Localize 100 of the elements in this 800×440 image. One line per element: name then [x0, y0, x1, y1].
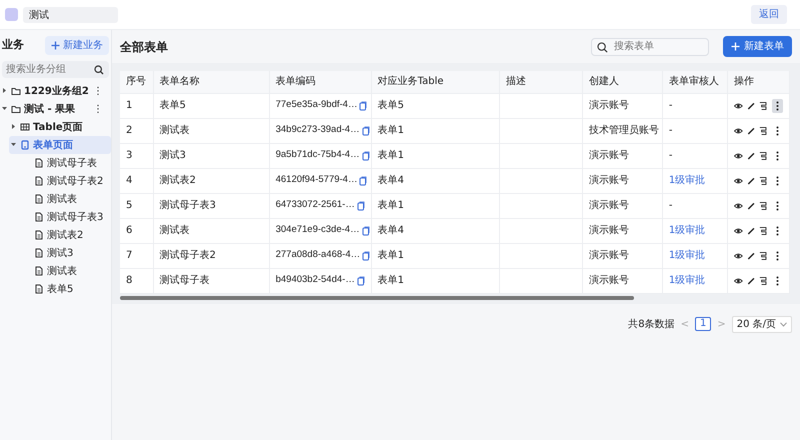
- table-cell: 表单1: [371, 243, 500, 268]
- table-cell-text: 277a08d8-a468-4…: [276, 248, 360, 262]
- tree-item[interactable]: Table页面: [9, 118, 111, 136]
- back-button[interactable]: 返回: [751, 5, 787, 24]
- reviewer-link[interactable]: 1级审批: [668, 250, 706, 261]
- search-field[interactable]: 搜索表单: [591, 38, 709, 56]
- document-icon: [34, 284, 44, 294]
- copy-icon[interactable]: [362, 126, 370, 136]
- table-cell: 2: [120, 118, 154, 143]
- table-cell: 测试母子表3: [153, 193, 270, 218]
- tree-item[interactable]: 测试表2: [32, 226, 111, 244]
- document-icon: [34, 248, 44, 258]
- more-menu-icon[interactable]: ⋮: [93, 84, 103, 98]
- tree-item[interactable]: 测试母子表: [32, 154, 111, 172]
- view-icon[interactable]: [734, 250, 743, 260]
- table-cell: 表单4: [371, 168, 500, 193]
- table-cell: 表单4: [371, 218, 500, 243]
- more-icon: [776, 200, 779, 210]
- tree-item[interactable]: 表单页面: [9, 136, 111, 154]
- edit-icon[interactable]: [746, 226, 756, 236]
- more-button[interactable]: [772, 98, 783, 112]
- more-icon: [776, 100, 779, 110]
- reviewer-link[interactable]: 1级审批: [668, 275, 706, 286]
- table-cell: 测试表2: [153, 168, 270, 193]
- tree-item[interactable]: 测试表: [32, 262, 111, 280]
- table-cell-text: 77e5e35a-9bdf-4…: [276, 98, 358, 112]
- total-count: 共8条数据: [628, 318, 675, 332]
- tree-item[interactable]: 测试母子表3: [32, 208, 111, 226]
- page-button[interactable]: 1: [694, 317, 712, 331]
- copy-icon[interactable]: [359, 100, 368, 110]
- flow-icon[interactable]: [759, 150, 768, 160]
- document-icon: [34, 176, 44, 186]
- reviewer-link[interactable]: 1级审批: [668, 225, 706, 236]
- table-cell: 8: [120, 268, 154, 293]
- document-icon: [34, 158, 44, 168]
- table-cell: 演示账号: [582, 93, 662, 118]
- tree-item[interactable]: 测试 - 果果 ⋮: [0, 100, 111, 118]
- view-icon[interactable]: [734, 276, 743, 286]
- copy-icon[interactable]: [362, 250, 370, 260]
- view-icon[interactable]: [734, 100, 743, 110]
- table-cell: 表单5: [371, 93, 500, 118]
- tree-item[interactable]: 1229业务组2 ⋮: [0, 82, 111, 100]
- new-business-button[interactable]: 新建业务: [45, 36, 109, 55]
- edit-icon[interactable]: [746, 176, 756, 186]
- more-icon: [776, 126, 779, 136]
- table-cell-text: 304e71e9-c3de-4…: [276, 223, 360, 238]
- tree-item[interactable]: 测试3: [32, 244, 111, 262]
- edit-icon[interactable]: [746, 100, 756, 110]
- copy-icon[interactable]: [359, 176, 368, 186]
- view-icon[interactable]: [734, 200, 743, 210]
- copy-icon[interactable]: [362, 226, 370, 236]
- table-cell: 表单1: [371, 268, 500, 293]
- flow-icon[interactable]: [759, 250, 768, 260]
- document-icon: [34, 266, 44, 276]
- tree-item[interactable]: 表单5: [32, 280, 111, 298]
- edit-icon[interactable]: [746, 276, 756, 286]
- copy-icon[interactable]: [356, 200, 365, 210]
- table-icon: [20, 122, 30, 132]
- table-cell: 演示账号: [582, 143, 662, 168]
- view-icon[interactable]: [734, 226, 743, 236]
- edit-icon[interactable]: [746, 126, 756, 136]
- table-cell-text: 46120f94-5779-4…: [276, 173, 358, 188]
- table-cell: 7: [120, 243, 154, 268]
- flow-icon[interactable]: [759, 276, 768, 286]
- flow-icon[interactable]: [759, 226, 768, 236]
- column-header: 表单编码: [269, 71, 372, 93]
- copy-icon[interactable]: [356, 276, 365, 286]
- flow-icon[interactable]: [759, 126, 768, 136]
- more-menu-icon[interactable]: ⋮: [93, 102, 103, 116]
- table-cell-text: b49403b2-54d4-…: [276, 273, 355, 288]
- flow-icon[interactable]: [759, 176, 768, 186]
- table-cell-text: 9a5b71dc-75b4-4…: [276, 148, 360, 162]
- plus-icon: [51, 41, 60, 50]
- flow-icon[interactable]: [759, 100, 768, 110]
- app-name-field[interactable]: 测试: [23, 6, 118, 22]
- edit-icon[interactable]: [746, 150, 756, 160]
- more-icon: [776, 250, 779, 260]
- table-cell: 测试母子表2: [153, 243, 270, 268]
- flow-icon[interactable]: [759, 200, 768, 210]
- new-form-button[interactable]: 新建表单: [723, 36, 792, 57]
- page-size-select[interactable]: 20 条/页: [732, 316, 792, 332]
- table-cell: 5: [120, 193, 154, 218]
- tree-item[interactable]: 测试母子表2: [32, 172, 111, 190]
- table-cell: 演示账号: [582, 243, 662, 268]
- copy-icon[interactable]: [362, 150, 370, 160]
- view-icon[interactable]: [734, 150, 743, 160]
- search-field[interactable]: 搜索业务分组: [2, 61, 109, 78]
- column-header: 对应业务Table: [371, 71, 500, 93]
- view-icon[interactable]: [734, 176, 743, 186]
- edit-icon[interactable]: [746, 250, 756, 260]
- sidebar-title: 业务: [2, 37, 24, 54]
- view-icon[interactable]: [734, 126, 743, 136]
- table-cell: 表单1: [371, 143, 500, 168]
- table-cell: 1: [120, 93, 154, 118]
- table-cell: 表单1: [371, 193, 500, 218]
- edit-icon[interactable]: [746, 200, 756, 210]
- reviewer-link[interactable]: 1级审批: [668, 175, 706, 186]
- table-cell: -: [668, 100, 672, 111]
- tree-item[interactable]: 测试表: [32, 190, 111, 208]
- horizontal-scrollbar[interactable]: [120, 296, 634, 300]
